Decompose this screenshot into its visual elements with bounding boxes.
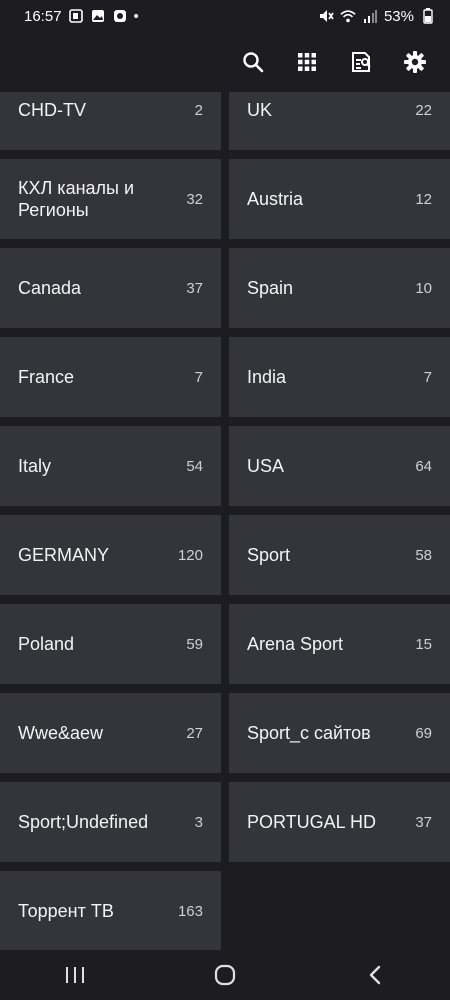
group-tile[interactable]: Spain 10	[229, 248, 450, 328]
group-tile[interactable]: GERMANY 120	[0, 515, 221, 595]
group-count: 64	[415, 457, 432, 475]
home-button[interactable]	[185, 952, 265, 998]
group-name: USA	[247, 456, 285, 476]
battery-percent: 53%	[383, 7, 414, 25]
group-name: India	[247, 367, 287, 387]
status-right: 53%	[318, 8, 436, 25]
grid-view-button[interactable]	[280, 35, 334, 89]
group-count: 37	[186, 279, 203, 297]
group-name: Sport_с сайтов	[247, 723, 371, 743]
group-tile[interactable]: Sport 58	[229, 515, 450, 595]
clock: 16:57	[24, 7, 62, 25]
group-count: 3	[194, 813, 203, 831]
back-button[interactable]	[335, 952, 415, 998]
group-name: Wwe&aew	[18, 723, 104, 743]
group-count: 54	[186, 457, 203, 475]
settings-icon	[404, 51, 426, 73]
group-count: 2	[194, 101, 203, 119]
group-count: 7	[423, 368, 432, 386]
group-count: 32	[186, 190, 203, 208]
gallery-icon	[90, 8, 106, 24]
search-icon	[243, 52, 264, 73]
group-count: 10	[415, 279, 432, 297]
group-count: 7	[194, 368, 203, 386]
group-tile[interactable]: India 7	[229, 337, 450, 417]
group-name: PORTUGAL HD	[247, 812, 377, 832]
group-count: 69	[415, 724, 432, 742]
status-bar: 16:57 • 53%	[0, 0, 450, 32]
status-left: 16:57 •	[24, 8, 139, 25]
group-tile[interactable]: Торрент ТВ 163	[0, 871, 221, 950]
back-icon	[369, 965, 381, 985]
group-tile[interactable]: France 7	[0, 337, 221, 417]
group-tile[interactable]: USA 64	[229, 426, 450, 506]
group-tile[interactable]: PORTUGAL HD 37	[229, 782, 450, 862]
group-count: 163	[177, 902, 203, 920]
group-name: КХЛ каналы и Регионы	[18, 178, 135, 220]
grid-icon	[298, 53, 316, 71]
group-name: France	[18, 367, 75, 387]
group-name: GERMANY	[18, 545, 110, 565]
group-name: UK	[247, 100, 273, 120]
search-button[interactable]	[226, 35, 280, 89]
settings-button[interactable]	[388, 35, 442, 89]
group-name: Spain	[247, 278, 294, 298]
mute-icon	[318, 8, 334, 24]
app-icon	[112, 8, 128, 24]
group-name: Canada	[18, 278, 82, 298]
group-count: 59	[186, 635, 203, 653]
home-icon	[214, 964, 236, 986]
signal-icon	[362, 8, 378, 24]
battery-icon	[420, 8, 436, 24]
group-tile[interactable]: КХЛ каналы и Регионы 32	[0, 159, 221, 239]
group-count: 22	[415, 101, 432, 119]
wifi-icon	[340, 8, 356, 24]
group-tile[interactable]: Poland 59	[0, 604, 221, 684]
group-tile[interactable]: Italy 54	[0, 426, 221, 506]
group-count: 15	[415, 635, 432, 653]
group-tile[interactable]: Wwe&aew 27	[0, 693, 221, 773]
group-tile[interactable]: Sport;Undefined 3	[0, 782, 221, 862]
group-list[interactable]: CHD-TV 2 UK 22 КХЛ каналы и Регионы 32 Austria…	[0, 92, 450, 950]
group-grid: CHD-TV 2 UK 22 КХЛ каналы и Регионы 32 Austria…	[0, 92, 450, 950]
group-name: Arena Sport	[247, 634, 344, 654]
group-name: Торрент ТВ	[18, 901, 114, 921]
navigation-bar	[0, 950, 450, 1000]
playlist-button[interactable]	[334, 35, 388, 89]
group-name: CHD-TV	[18, 100, 86, 120]
group-tile[interactable]: Austria 12	[229, 159, 450, 239]
group-name: Italy	[18, 456, 52, 476]
group-name: Sport	[247, 545, 291, 565]
group-count: 37	[415, 813, 432, 831]
group-count: 58	[415, 546, 432, 564]
group-name: Sport;Undefined	[18, 812, 149, 832]
group-tile[interactable]: UK 22	[229, 92, 450, 150]
group-tile[interactable]: Canada 37	[0, 248, 221, 328]
group-tile[interactable]: Arena Sport 15	[229, 604, 450, 684]
group-tile[interactable]: Sport_с сайтов 69	[229, 693, 450, 773]
notification-icon	[68, 8, 84, 24]
recent-apps-icon	[66, 967, 84, 983]
group-name: Austria	[247, 189, 304, 209]
group-tile[interactable]: CHD-TV 2	[0, 92, 221, 150]
recent-apps-button[interactable]	[35, 952, 115, 998]
group-count: 120	[177, 546, 203, 564]
playlist-icon	[352, 52, 371, 72]
toolbar	[0, 32, 450, 92]
group-count: 12	[415, 190, 432, 208]
group-count: 27	[186, 724, 203, 742]
group-name: Poland	[18, 634, 75, 654]
status-dot: •	[133, 7, 139, 25]
